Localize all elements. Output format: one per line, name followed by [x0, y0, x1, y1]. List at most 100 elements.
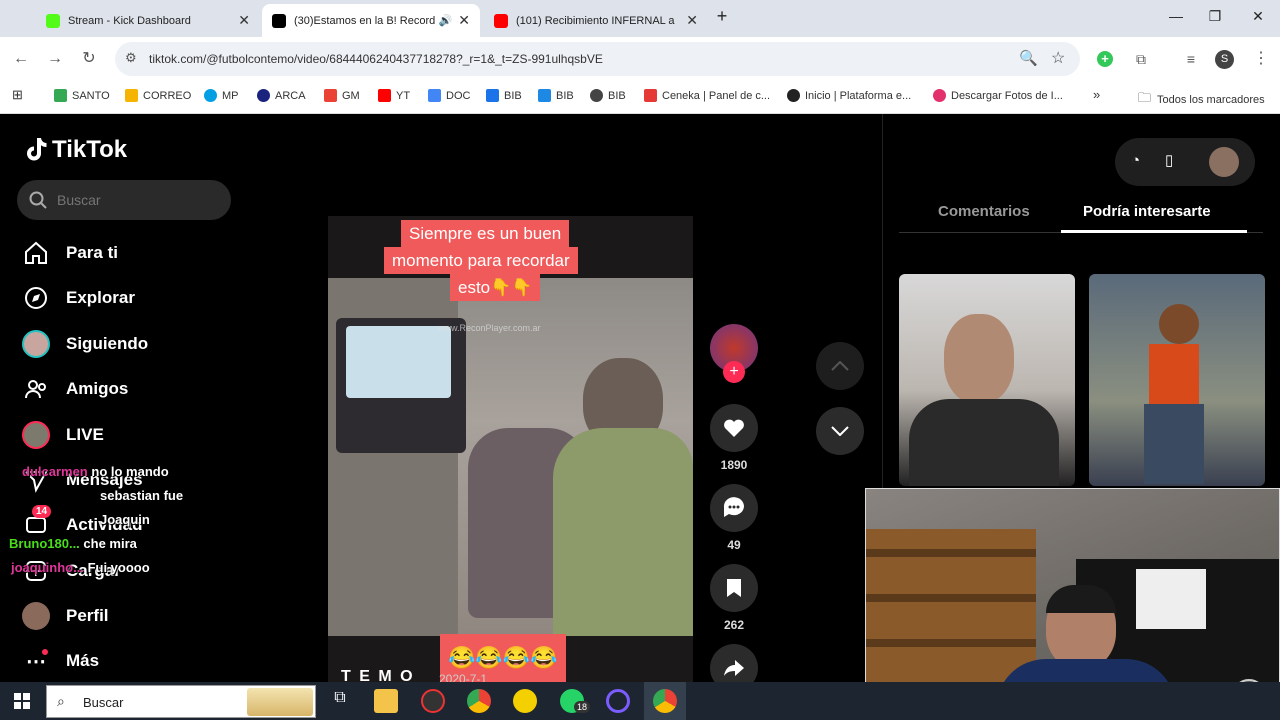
nav-para-ti[interactable]: Para ti — [22, 238, 118, 268]
nav-label: Perfil — [66, 606, 109, 625]
previous-video-button[interactable] — [816, 342, 864, 390]
close-tab-icon[interactable]: ✕ — [458, 12, 470, 29]
address-bar[interactable]: ⚙ tiktok.com/@futbolcontemo/video/684440… — [115, 42, 1080, 76]
nav-mas[interactable]: ⋯ Más — [22, 646, 99, 676]
reload-button[interactable]: ↻ — [78, 48, 100, 70]
windows-start-icon[interactable] — [14, 693, 30, 709]
comment-button[interactable]: 49 — [710, 484, 758, 552]
author-name[interactable]: T E M O — [341, 668, 415, 682]
close-tab-icon[interactable]: ✕ — [238, 12, 250, 29]
bookmark-plataforma[interactable]: Inicio | Plataforma e... — [787, 89, 911, 102]
bookmark-ceneka[interactable]: Ceneka | Panel de c... — [644, 89, 770, 102]
nav-amigos[interactable]: Amigos — [22, 374, 128, 404]
apps-grid-icon[interactable]: ⊞ — [12, 87, 23, 103]
zoom-icon[interactable]: 🔍 — [1019, 49, 1038, 67]
tab-tiktok[interactable]: (30)Estamos en la B! Recorda 🔊 ✕ — [262, 4, 480, 37]
whatsapp-icon[interactable]: 18 — [560, 689, 591, 713]
bookmark-arca[interactable]: ARCA — [257, 89, 306, 102]
bookmark-correo[interactable]: CORREO — [125, 89, 191, 102]
docs-icon — [428, 89, 441, 102]
chrome-icon[interactable] — [467, 689, 491, 713]
forward-button[interactable]: → — [44, 48, 66, 70]
shelf — [866, 549, 1036, 557]
new-tab-button[interactable]: + — [712, 6, 732, 27]
extensions-icon[interactable]: ⧉ — [1130, 48, 1152, 70]
gmail-icon — [324, 89, 337, 102]
caption-line-1: Siempre es un buen — [401, 220, 570, 247]
back-button[interactable]: ← — [10, 48, 32, 70]
close-window-button[interactable]: ✕ — [1248, 8, 1268, 25]
nav-perfil[interactable]: Perfil — [22, 601, 109, 631]
bookmark-doc[interactable]: DOC — [428, 89, 470, 102]
tiktok-logo[interactable]: TikTok — [24, 136, 127, 164]
minimize-button[interactable]: — — [1166, 8, 1186, 24]
search-box[interactable] — [17, 180, 231, 220]
task-view-icon[interactable]: ⧉ — [328, 689, 352, 713]
speaker-icon[interactable]: 🔊 — [439, 14, 453, 27]
profile-avatar[interactable]: S — [1215, 50, 1234, 69]
media-control-icon[interactable]: ≡ — [1180, 48, 1202, 70]
chrome-icon[interactable] — [653, 689, 677, 713]
comment-count: 49 — [727, 538, 741, 552]
bookmark-santo[interactable]: SANTO — [54, 89, 110, 102]
tab-youtube[interactable]: (101) Recibimiento INFERNAL a ✕ — [484, 4, 708, 37]
globe-icon — [590, 89, 603, 102]
bookmark-gm[interactable]: GM — [324, 89, 360, 102]
search-icon — [29, 191, 47, 209]
bookmark-bib-3[interactable]: BIB — [590, 89, 626, 102]
file-explorer-icon[interactable] — [374, 689, 398, 713]
bookmark-bib-2[interactable]: BIB — [538, 89, 574, 102]
bookmark-yt[interactable]: YT — [378, 89, 410, 102]
top-controls: ◔ ▯ — [1115, 138, 1255, 186]
bookmark-label: Inicio | Plataforma e... — [805, 89, 912, 102]
nav-siguiendo[interactable]: Siguiendo — [22, 329, 148, 359]
tab-podria-interesarte[interactable]: Podría interesarte — [1083, 203, 1211, 220]
maximize-button[interactable]: ❐ — [1205, 8, 1225, 25]
author-avatar[interactable]: + — [710, 324, 758, 383]
url-text[interactable]: tiktok.com/@futbolcontemo/video/68444062… — [149, 52, 603, 66]
taskbar-search[interactable]: ⌕ Buscar — [46, 685, 316, 718]
user-avatar[interactable] — [1209, 147, 1239, 177]
nav-explorar[interactable]: Explorar — [22, 283, 135, 313]
bookmark-descargar[interactable]: Descargar Fotos de I... — [933, 89, 1063, 102]
star-icon[interactable]: ☆ — [1051, 48, 1065, 68]
chevron-down-icon — [831, 426, 849, 436]
live-avatar — [22, 421, 50, 449]
chat-message: sebastian fue — [100, 488, 183, 503]
bookmark-icon — [204, 89, 217, 102]
menu-icon[interactable]: ⋮ — [1250, 48, 1272, 70]
bookmark-mp[interactable]: MP — [204, 89, 239, 102]
device-icon[interactable]: ▯ — [1165, 151, 1173, 169]
bookmark-bib-1[interactable]: BIB — [486, 89, 522, 102]
tab-comentarios[interactable]: Comentarios — [938, 203, 1030, 220]
tab-kick-dashboard[interactable]: Stream - Kick Dashboard ✕ — [36, 4, 260, 37]
app-icon[interactable] — [606, 689, 630, 713]
app-icon[interactable] — [513, 689, 537, 713]
whatsapp-badge: 18 — [574, 701, 591, 713]
like-button[interactable]: 1890 — [710, 404, 758, 472]
next-video-button[interactable] — [816, 407, 864, 455]
all-bookmarks-folder[interactable]: 🗀 Todos los marcadores — [1138, 89, 1265, 111]
close-tab-icon[interactable]: ✕ — [686, 12, 698, 29]
compass-icon — [22, 284, 50, 312]
bookmark-label: YT — [396, 89, 411, 102]
site-info-icon[interactable]: ⚙ — [125, 50, 137, 66]
extension-plus-icon[interactable]: + — [1097, 51, 1113, 67]
obs-icon[interactable] — [421, 689, 445, 713]
suggested-video-thumbnail[interactable] — [1089, 274, 1265, 486]
nav-live[interactable]: LIVE — [22, 420, 104, 450]
search-highlight-illustration — [247, 688, 313, 716]
chat-text: sebastian fue — [100, 488, 184, 503]
search-input[interactable] — [57, 180, 217, 220]
bookmark-label: CORREO — [143, 89, 192, 102]
suggested-video-thumbnail[interactable] — [899, 274, 1075, 486]
more-icon: ⋯ — [26, 649, 48, 673]
video-player[interactable]: www.ReconPlayer.com.ar Siempre es un bue… — [328, 216, 693, 682]
follow-plus-icon[interactable]: + — [723, 361, 745, 383]
bookmark-label: GM — [342, 89, 360, 102]
profile-avatar — [22, 602, 50, 630]
chat-text: Joaquin — [100, 512, 150, 527]
bookmarks-more-button[interactable]: » — [1093, 87, 1100, 102]
tiktok-coin-icon[interactable]: ◔ — [1131, 152, 1140, 169]
save-button[interactable]: 262 — [710, 564, 758, 632]
